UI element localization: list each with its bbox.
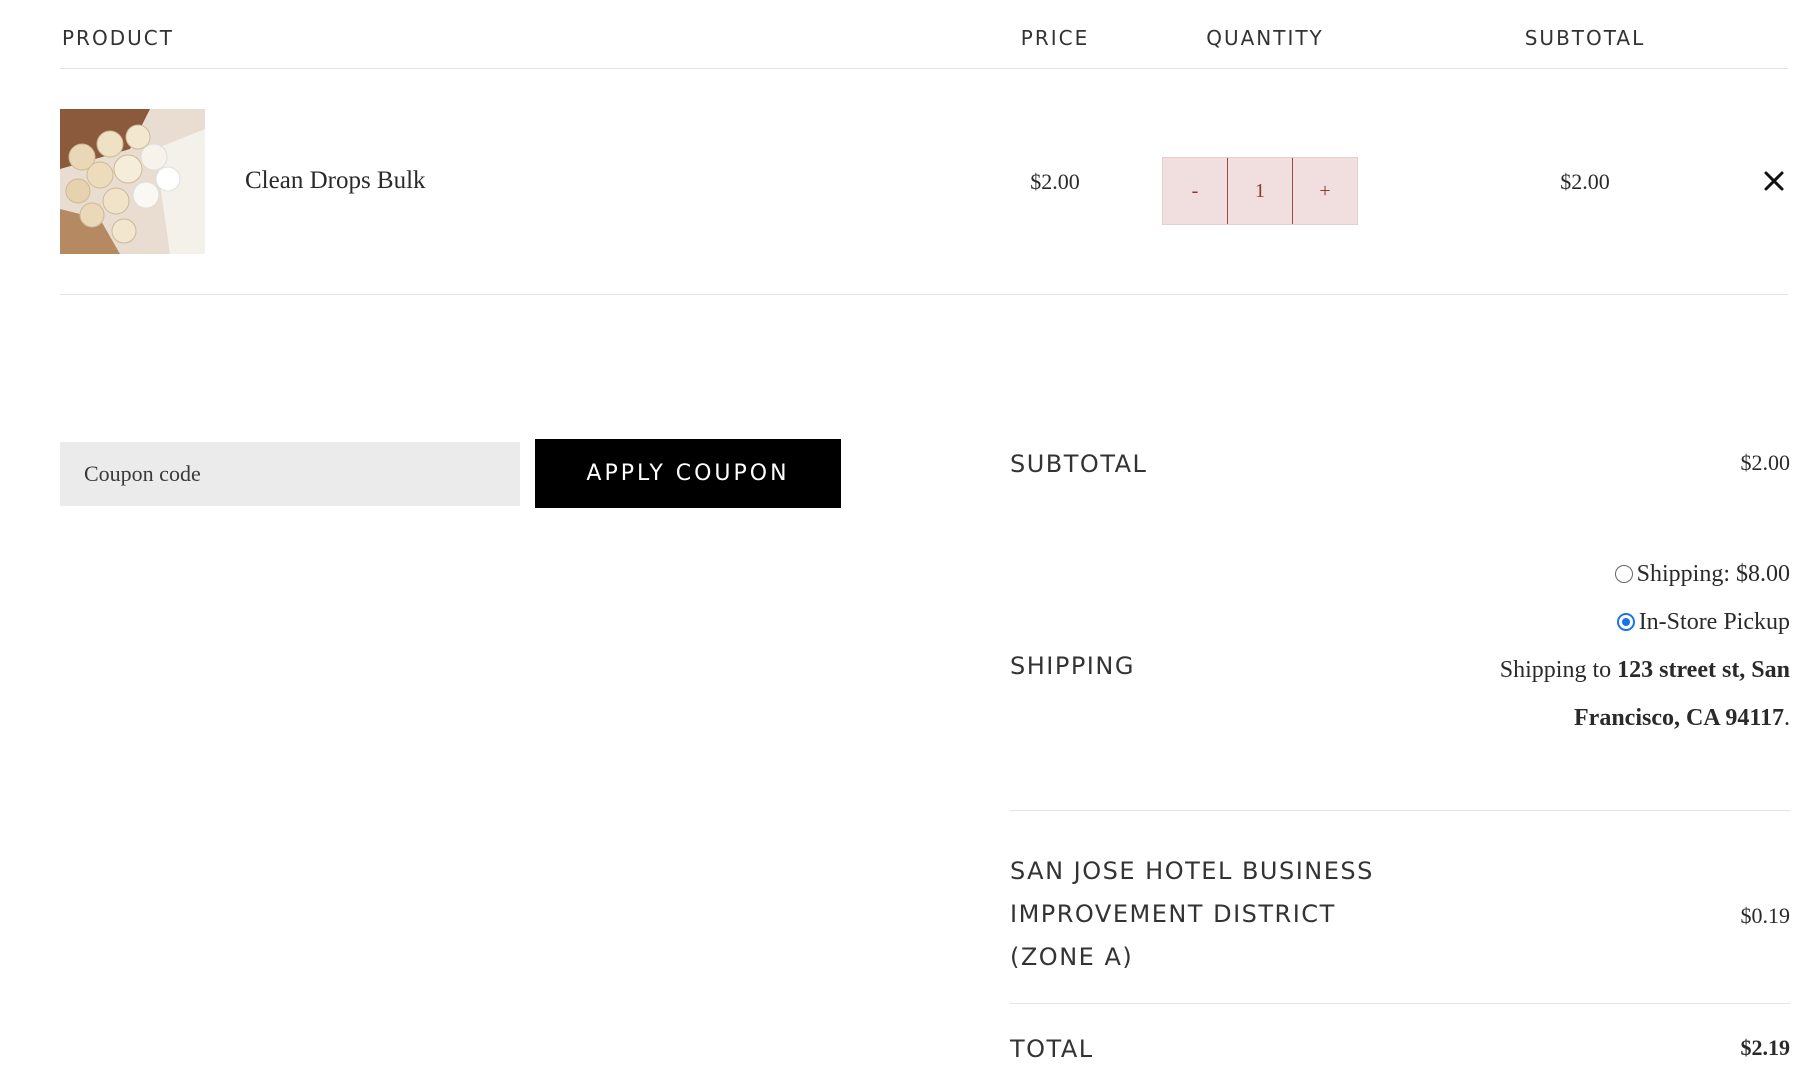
subtotal-label: SUBTOTAL <box>1010 450 1148 478</box>
shipping-label: SHIPPING <box>1010 652 1135 680</box>
tax-value: $0.19 <box>1740 903 1791 928</box>
close-icon <box>1764 171 1784 191</box>
total-value: $2.19 <box>1740 1035 1791 1060</box>
quantity-stepper: - 1 + <box>1162 157 1358 225</box>
product-name-link[interactable]: Clean Drops Bulk <box>245 167 426 195</box>
totals-tax-row: SAN JOSE HOTEL BUSINESS IMPROVEMENT DIST… <box>1010 810 1790 1004</box>
quantity-increase-button[interactable]: + <box>1293 158 1357 224</box>
item-price: $2.00 <box>1030 169 1080 194</box>
quantity-input[interactable]: 1 <box>1227 158 1293 224</box>
item-subtotal: $2.00 <box>1560 169 1610 194</box>
shipping-pickup-radio[interactable] <box>1616 613 1635 631</box>
shipping-flat-rate-label[interactable]: Shipping: $8.00 <box>1637 550 1790 598</box>
cart-item-row: Clean Drops Bulk $2.00 - 1 + $2.00 <box>60 69 1788 295</box>
subtotal-value: $2.00 <box>1740 450 1791 475</box>
shipping-flat-rate-radio[interactable] <box>1614 565 1633 583</box>
remove-item-button[interactable] <box>1760 167 1788 195</box>
totals-shipping-row: SHIPPING Shipping: $8.00 In-Store Pickup… <box>1010 550 1790 811</box>
shipping-option-pickup[interactable]: In-Store Pickup <box>1430 598 1790 646</box>
shipping-options: Shipping: $8.00 In-Store Pickup Shipping… <box>1430 550 1790 742</box>
coupon-code-input[interactable] <box>60 442 520 506</box>
shipping-to-prefix: Shipping to <box>1499 657 1618 683</box>
totals-subtotal-row: SUBTOTAL $2.00 <box>1010 430 1790 490</box>
header-price: PRICE <box>1020 26 1090 50</box>
product-thumbnail[interactable] <box>60 109 205 254</box>
header-subtotal: SUBTOTAL <box>1524 26 1646 50</box>
cart-table: PRODUCT PRICE QUANTITY SUBTOTAL Clean Dr… <box>60 0 1788 295</box>
quantity-decrease-button[interactable]: - <box>1163 158 1227 224</box>
cart-table-header: PRODUCT PRICE QUANTITY SUBTOTAL <box>60 0 1788 69</box>
tax-label: SAN JOSE HOTEL BUSINESS IMPROVEMENT DIST… <box>1010 857 1374 971</box>
shipping-pickup-label[interactable]: In-Store Pickup <box>1639 598 1790 646</box>
header-product: PRODUCT <box>62 26 174 50</box>
totals-total-row: TOTAL $2.19 <box>1010 1035 1790 1092</box>
product-image <box>60 109 205 254</box>
header-quantity: QUANTITY <box>1206 26 1324 50</box>
shipping-to-suffix: . <box>1784 705 1790 731</box>
shipping-destination: Shipping to 123 street st, San Francisco… <box>1430 646 1790 742</box>
apply-coupon-button[interactable]: APPLY COUPON <box>535 439 841 508</box>
shipping-option-flat-rate[interactable]: Shipping: $8.00 <box>1430 550 1790 598</box>
total-label: TOTAL <box>1010 1035 1094 1063</box>
